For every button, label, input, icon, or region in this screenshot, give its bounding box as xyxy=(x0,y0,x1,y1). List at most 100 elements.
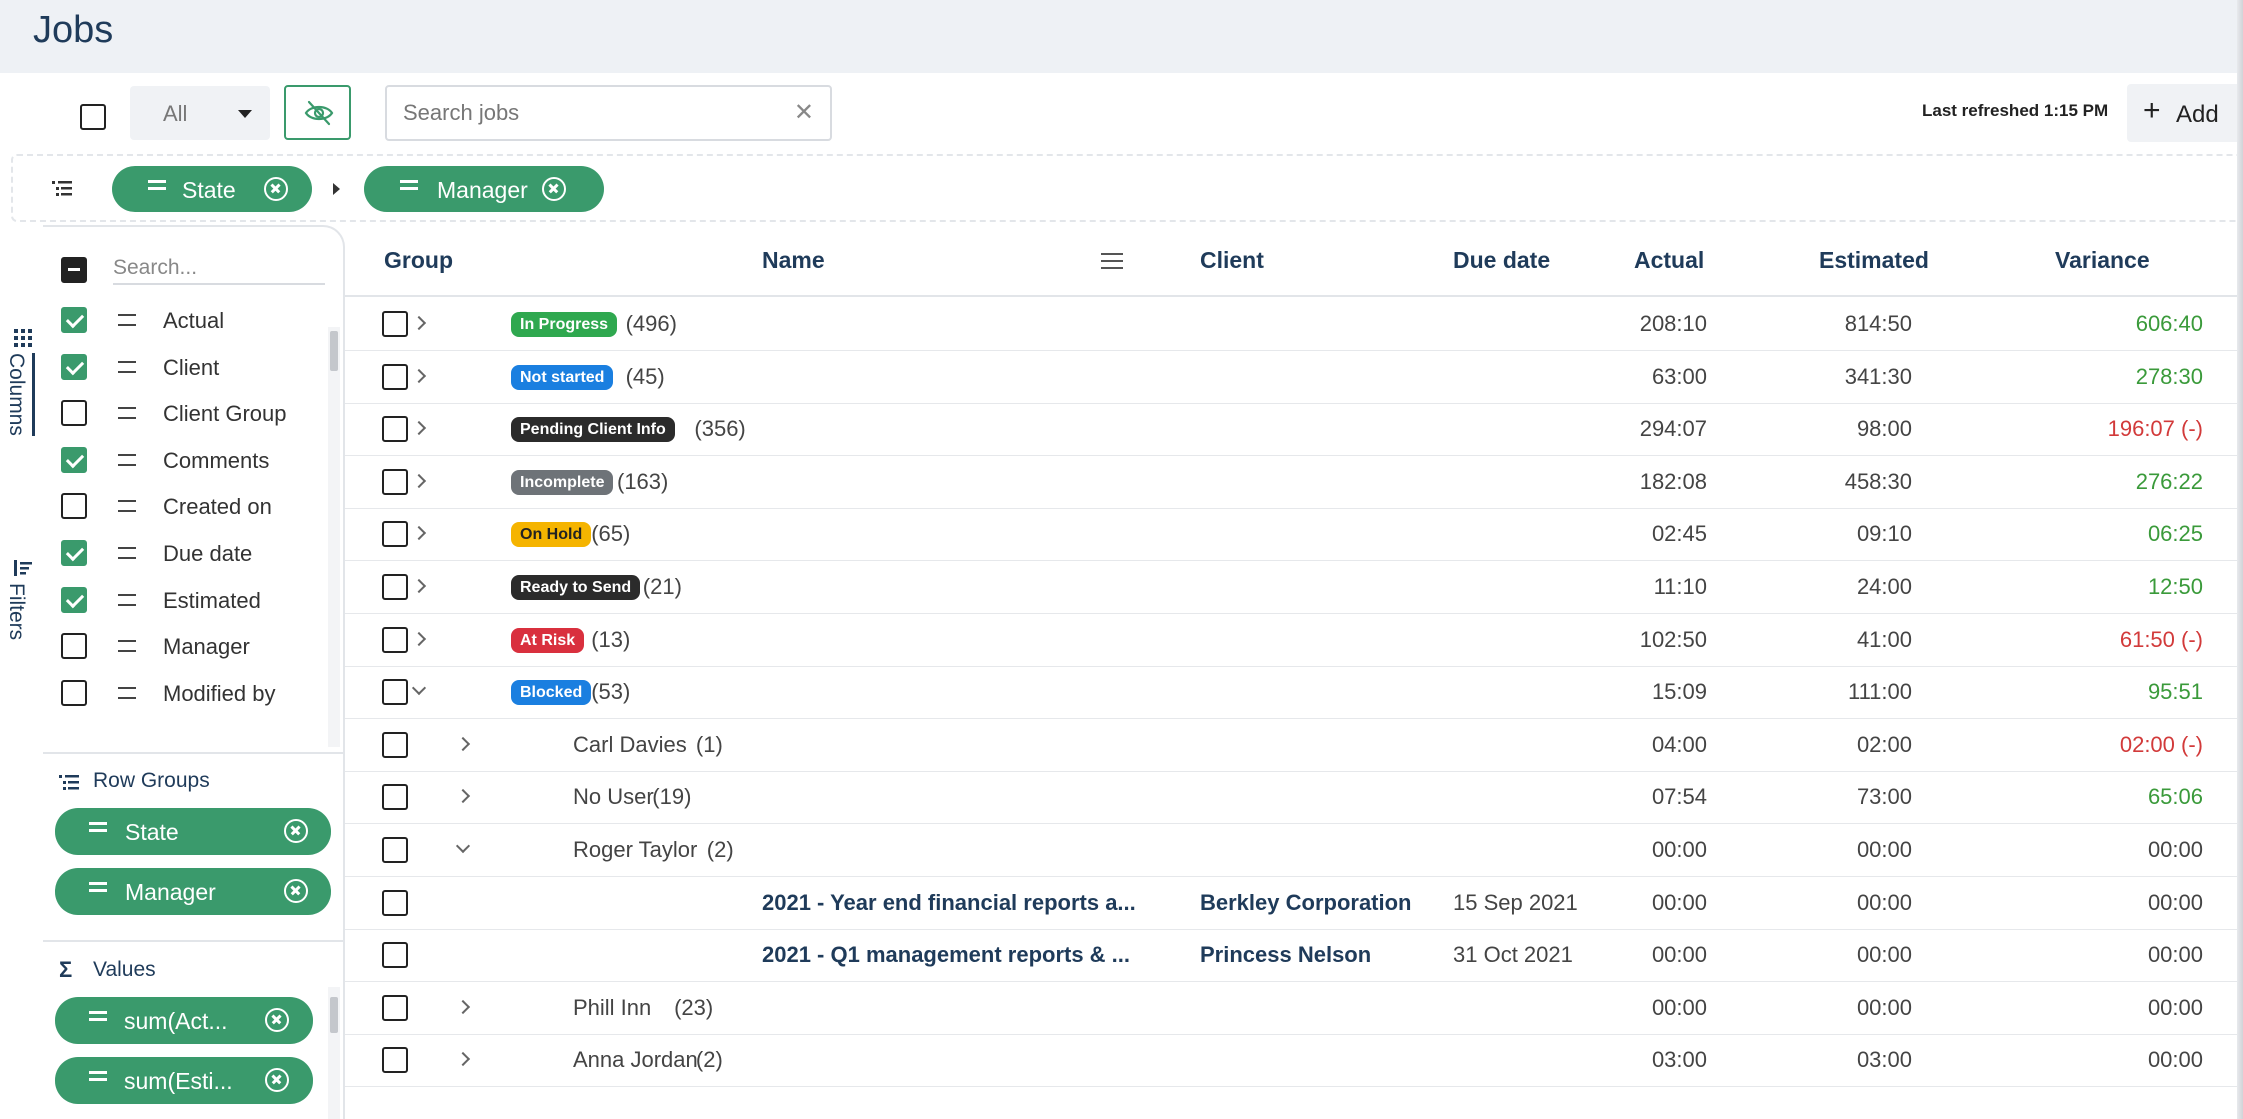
drag-handle-icon[interactable] xyxy=(118,500,136,513)
tab-filters[interactable]: Filters xyxy=(4,583,28,640)
group-row[interactable]: No User (19) 07:54 73:00 65:06 xyxy=(345,771,2243,825)
column-checkbox[interactable] xyxy=(61,586,87,613)
header-variance[interactable]: Variance xyxy=(2055,247,2150,274)
remove-chip-icon[interactable] xyxy=(265,1068,289,1092)
chevron-right-icon[interactable] xyxy=(411,526,427,541)
header-group[interactable]: Group xyxy=(384,247,453,274)
header-due-date[interactable]: Due date xyxy=(1453,247,1550,274)
remove-chip-icon[interactable] xyxy=(542,177,566,201)
chevron-right-icon[interactable] xyxy=(411,631,427,646)
column-checkbox[interactable] xyxy=(61,446,87,473)
header-actual[interactable]: Actual xyxy=(1634,247,1704,274)
row-checkbox[interactable] xyxy=(382,889,408,916)
group-row[interactable]: Blocked (53) 15:09 111:00 95:51 xyxy=(345,666,2243,720)
chevron-right-icon[interactable] xyxy=(455,1052,471,1067)
table-row[interactable]: 2021 - Year end financial reports a... Be… xyxy=(345,877,2243,930)
column-item[interactable]: Estimated xyxy=(43,578,325,624)
chevron-right-icon[interactable] xyxy=(455,789,471,804)
header-client[interactable]: Client xyxy=(1200,247,1264,274)
column-item[interactable]: Comments xyxy=(43,438,325,484)
table-row[interactable]: 2021 - Q1 management reports & ... Prince… xyxy=(345,929,2243,983)
column-checkbox[interactable] xyxy=(61,493,87,520)
toggle-hidden-button[interactable] xyxy=(284,85,351,140)
group-row[interactable]: At Risk (13) 102:50 41:00 61:50 (-) xyxy=(345,614,2243,667)
row-checkbox[interactable] xyxy=(382,837,408,863)
column-item[interactable]: Client Group xyxy=(43,391,325,437)
tab-columns[interactable]: Columns xyxy=(4,353,35,436)
column-list-scrollbar[interactable] xyxy=(328,327,340,747)
group-chip-manager[interactable]: Manager xyxy=(364,166,604,212)
row-checkbox[interactable] xyxy=(382,311,408,337)
column-checkbox[interactable] xyxy=(61,400,87,427)
scrollbar-thumb[interactable] xyxy=(330,997,338,1033)
client-name[interactable]: Princess Nelson xyxy=(1200,942,1371,968)
column-item[interactable]: Created on xyxy=(43,484,325,530)
chevron-right-icon[interactable] xyxy=(411,578,427,594)
group-chip-state[interactable]: State xyxy=(112,166,312,212)
group-row[interactable]: Incomplete (163) 182:08 458:30 276:22 xyxy=(345,456,2243,509)
drag-handle-icon[interactable] xyxy=(118,453,136,466)
toggle-all-columns-checkbox[interactable] xyxy=(61,257,87,283)
values-scrollbar[interactable] xyxy=(328,987,340,1119)
column-item[interactable]: Actual xyxy=(43,298,325,344)
row-checkbox[interactable] xyxy=(382,468,408,495)
group-row[interactable]: On Hold (65) 02:45 09:10 06:25 xyxy=(345,508,2243,562)
close-icon[interactable]: ✕ xyxy=(794,98,814,127)
row-checkbox[interactable] xyxy=(382,1047,408,1074)
column-checkbox[interactable] xyxy=(61,307,87,333)
row-group-chip-manager[interactable]: Manager xyxy=(55,868,331,915)
drag-handle-icon[interactable] xyxy=(118,593,136,606)
row-group-drop-zone[interactable] xyxy=(11,154,2243,222)
job-name[interactable]: 2021 - Q1 management reports & ... xyxy=(762,942,1130,968)
remove-chip-icon[interactable] xyxy=(284,879,308,903)
column-checkbox[interactable] xyxy=(61,540,87,566)
row-group-chip-state[interactable]: State xyxy=(55,808,331,855)
chevron-right-icon[interactable] xyxy=(455,999,471,1014)
column-item[interactable]: Client xyxy=(43,345,325,391)
drag-handle-icon[interactable] xyxy=(118,547,136,559)
row-checkbox[interactable] xyxy=(382,574,408,600)
group-row[interactable]: Roger Taylor (2) 00:00 00:00 00:00 xyxy=(345,824,2243,877)
scrollbar-thumb[interactable] xyxy=(330,331,338,371)
remove-chip-icon[interactable] xyxy=(284,819,308,843)
column-item[interactable]: Manager xyxy=(43,624,325,670)
drag-handle-icon[interactable] xyxy=(118,360,136,373)
row-checkbox[interactable] xyxy=(382,994,408,1021)
chevron-right-icon[interactable] xyxy=(411,421,427,436)
chevron-right-icon[interactable] xyxy=(455,736,471,751)
menu-icon[interactable] xyxy=(1101,253,1123,269)
column-item[interactable]: Due date xyxy=(43,531,325,577)
header-name[interactable]: Name xyxy=(762,247,825,274)
row-checkbox[interactable] xyxy=(382,942,408,969)
header-estimated[interactable]: Estimated xyxy=(1819,247,1929,274)
column-checkbox[interactable] xyxy=(61,353,87,380)
select-all-checkbox[interactable] xyxy=(80,104,106,130)
group-row[interactable]: Pending Client Info (356) 294:07 98:00 196:0… xyxy=(345,403,2243,457)
group-row[interactable]: In Progress (496) 208:10 814:50 606:40 xyxy=(345,298,2243,351)
row-checkbox[interactable] xyxy=(382,784,408,811)
remove-chip-icon[interactable] xyxy=(265,1008,289,1032)
row-checkbox[interactable] xyxy=(382,679,408,706)
row-checkbox[interactable] xyxy=(382,626,408,653)
group-row[interactable]: Not started (45) 63:00 341:30 278:30 xyxy=(345,351,2243,404)
group-row[interactable]: Anna Jordan (2) 03:00 03:00 00:00 xyxy=(345,1034,2243,1088)
value-chip-estimated[interactable]: sum(Esti... xyxy=(55,1057,313,1104)
remove-chip-icon[interactable] xyxy=(264,177,288,201)
group-row[interactable]: Ready to Send (21) 11:10 24:00 12:50 xyxy=(345,561,2243,614)
drag-handle-icon[interactable] xyxy=(118,314,136,326)
value-chip-actual[interactable]: sum(Act... xyxy=(55,997,313,1044)
row-checkbox[interactable] xyxy=(382,363,408,390)
row-checkbox[interactable] xyxy=(382,416,408,443)
chevron-down-icon[interactable] xyxy=(411,681,427,696)
chevron-right-icon[interactable] xyxy=(411,315,427,331)
chevron-right-icon[interactable] xyxy=(411,368,427,383)
group-row[interactable]: Carl Davies (1) 04:00 02:00 02:00 (-) xyxy=(345,719,2243,772)
row-checkbox[interactable] xyxy=(382,731,408,758)
job-name[interactable]: 2021 - Year end financial reports a... xyxy=(762,890,1136,916)
job-search-input[interactable] xyxy=(403,99,783,127)
drag-handle-icon[interactable] xyxy=(118,640,136,653)
drag-handle-icon[interactable] xyxy=(118,407,136,420)
column-search-input[interactable] xyxy=(113,253,325,285)
column-checkbox[interactable] xyxy=(61,633,87,660)
chevron-down-icon[interactable] xyxy=(455,838,471,854)
